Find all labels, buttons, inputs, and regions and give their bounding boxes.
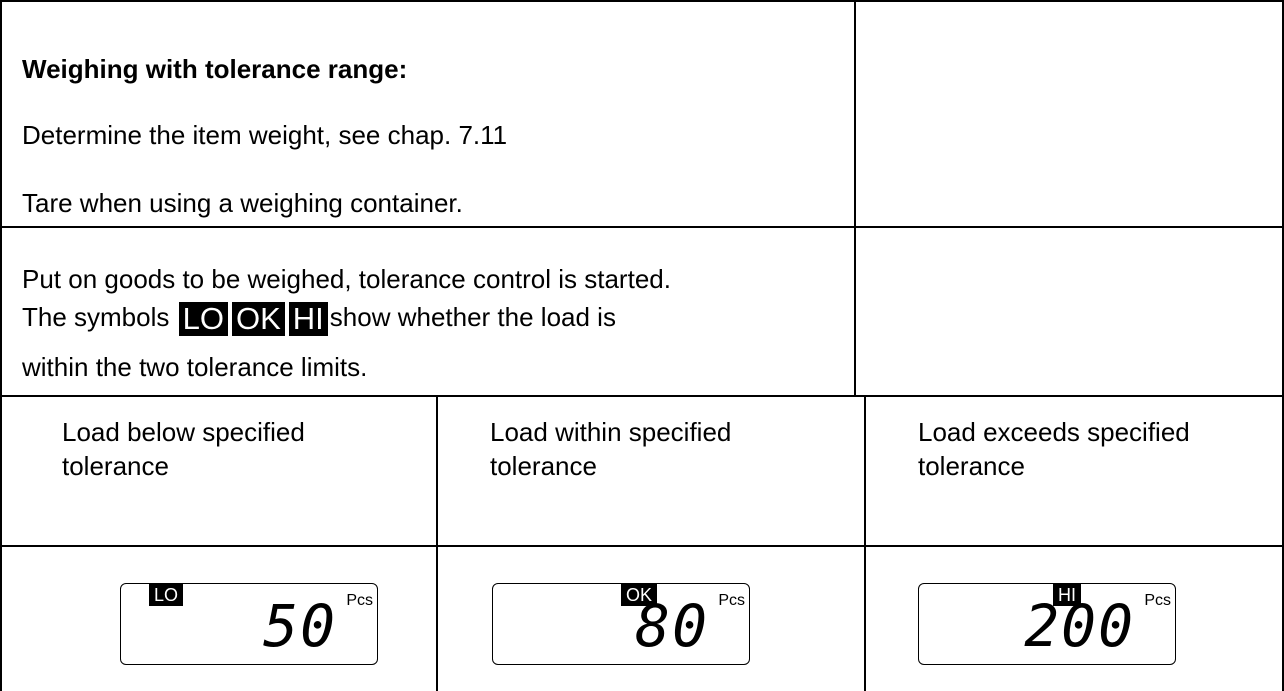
unit-label: Pcs (346, 592, 373, 609)
lo-indicator: LO (149, 584, 184, 606)
case-label-line: Load within specified (490, 417, 732, 447)
scale-display-ok: OK Pcs 80 (492, 583, 750, 665)
row-divider-2 (0, 395, 1284, 397)
section-heading: Weighing with tolerance range: (22, 54, 408, 84)
unit-label: Pcs (718, 592, 745, 609)
display-value: 200 (1024, 592, 1135, 660)
symbols-text-after: show whether the load is (329, 302, 616, 332)
ok-symbol: OK (231, 302, 285, 336)
instruction-line: Tare when using a weighing container. (22, 188, 463, 218)
case-label-line: tolerance (62, 451, 169, 481)
table-border-top (0, 0, 1284, 2)
display-value: 50 (263, 592, 337, 660)
row-divider-1 (0, 226, 1284, 228)
scale-display-hi: HI Pcs 200 (918, 583, 1176, 665)
case-label-line: tolerance (490, 451, 597, 481)
case-label-line: Load exceeds specified (918, 417, 1190, 447)
case-label-exceeds: Load exceeds specified tolerance (918, 415, 1190, 483)
case-label-below: Load below specified tolerance (62, 415, 305, 483)
tolerance-symbols: LO OK HI (178, 302, 328, 336)
table-border-left (0, 0, 2, 691)
symbols-text-before: The symbols (22, 302, 170, 332)
case-label-line: tolerance (918, 451, 1025, 481)
col-divider-lower-1 (436, 395, 438, 691)
col-divider-lower-2 (864, 395, 866, 691)
instruction-line: within the two tolerance limits. (22, 352, 368, 382)
instruction-line: Put on goods to be weighed, tolerance co… (22, 264, 671, 294)
symbols-line: The symbols LO OK HI show whether the load… (22, 302, 616, 336)
col-divider-upper (854, 0, 856, 397)
case-label-line: Load below specified (62, 417, 305, 447)
instruction-table: Weighing with tolerance range: Determine… (0, 0, 1284, 691)
case-label-within: Load within specified tolerance (490, 415, 731, 483)
unit-label: Pcs (1144, 592, 1171, 609)
row-divider-3 (0, 545, 1284, 547)
scale-display-lo: LO Pcs 50 (120, 583, 378, 665)
instruction-line: Determine the item weight, see chap. 7.1… (22, 120, 508, 150)
lo-symbol: LO (178, 302, 228, 336)
hi-symbol: HI (288, 302, 328, 336)
display-value: 80 (635, 592, 709, 660)
